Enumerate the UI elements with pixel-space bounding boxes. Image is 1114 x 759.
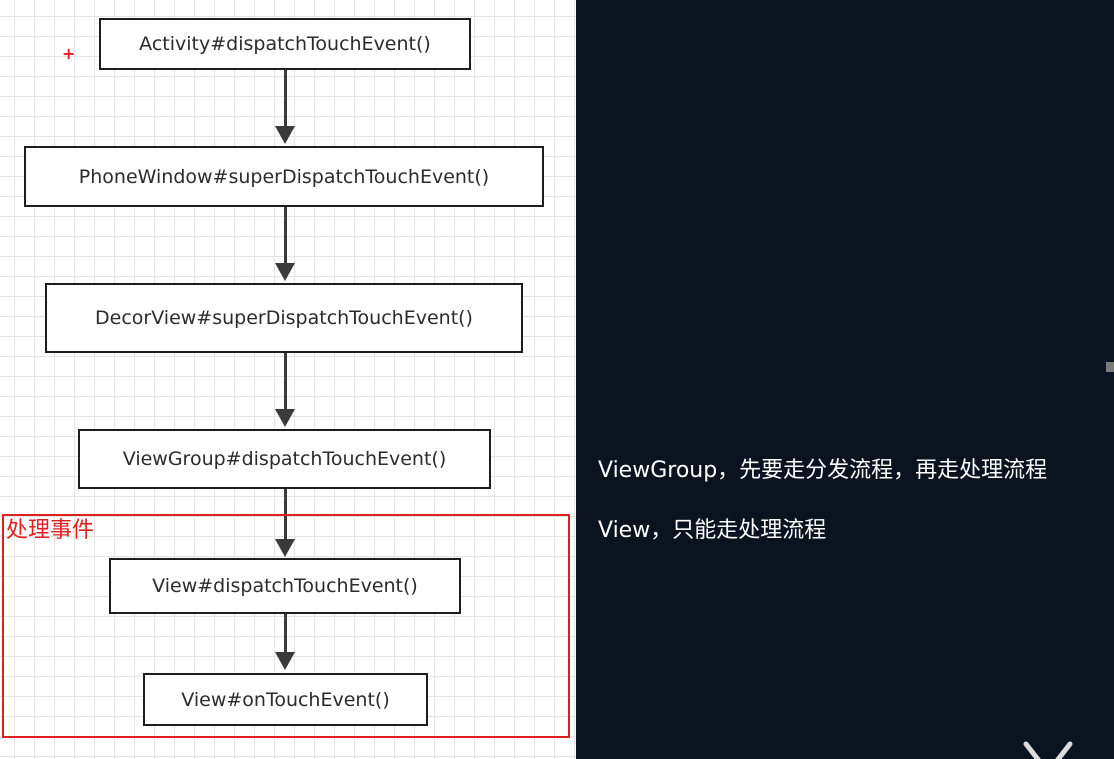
note-view: View，只能走处理流程	[598, 518, 827, 543]
flowchart-canvas: + Activity#dispatchTouchEvent() PhoneWin…	[0, 0, 576, 759]
node-view-dispatch[interactable]: View#dispatchTouchEvent()	[109, 558, 461, 614]
node-phonewindow-superdispatch[interactable]: PhoneWindow#superDispatchTouchEvent()	[24, 146, 544, 207]
node-decorview-superdispatch[interactable]: DecorView#superDispatchTouchEvent()	[45, 283, 523, 353]
plus-marker: +	[62, 44, 76, 63]
close-icon[interactable]	[1018, 734, 1078, 759]
node-view-ontouch[interactable]: View#onTouchEvent()	[143, 673, 428, 726]
region-label: 处理事件	[6, 518, 95, 543]
scroll-marker	[1106, 362, 1114, 372]
note-viewgroup: ViewGroup，先要走分发流程，再走处理流程	[598, 458, 1048, 483]
node-activity-dispatch[interactable]: Activity#dispatchTouchEvent()	[99, 18, 471, 70]
node-viewgroup-dispatch[interactable]: ViewGroup#dispatchTouchEvent()	[78, 429, 491, 489]
